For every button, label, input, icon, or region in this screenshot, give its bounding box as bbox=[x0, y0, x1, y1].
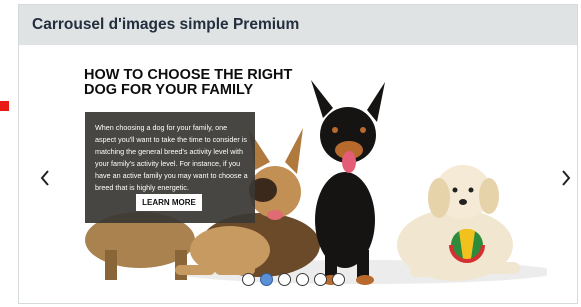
carousel-dot[interactable] bbox=[296, 273, 309, 286]
carousel-dot[interactable] bbox=[242, 273, 255, 286]
slide-text-box: When choosing a dog for your family, one… bbox=[85, 112, 255, 223]
next-slide-button[interactable] bbox=[559, 166, 573, 190]
carousel-dot[interactable] bbox=[278, 273, 291, 286]
learn-more-button[interactable]: LEARN MORE bbox=[136, 194, 202, 211]
carousel-dot[interactable] bbox=[260, 273, 273, 286]
card-title: Carrousel d'images simple Premium bbox=[32, 16, 300, 33]
slide-headline: HOW TO CHOOSE THE RIGHT DOG FOR YOUR FAM… bbox=[84, 68, 324, 98]
headline-line-1: HOW TO CHOOSE THE RIGHT bbox=[84, 67, 293, 83]
red-marker bbox=[0, 101, 9, 111]
slide-body-text: When choosing a dog for your family, one… bbox=[95, 123, 248, 192]
carousel-pagination bbox=[242, 273, 345, 286]
chevron-left-icon bbox=[40, 170, 49, 186]
carousel-dot[interactable] bbox=[314, 273, 327, 286]
chevron-right-icon bbox=[562, 170, 571, 186]
card-header: Carrousel d'images simple Premium bbox=[19, 5, 577, 45]
carousel-dot[interactable] bbox=[332, 273, 345, 286]
previous-slide-button[interactable] bbox=[38, 166, 52, 190]
carousel-slide[interactable]: HOW TO CHOOSE THE RIGHT DOG FOR YOUR FAM… bbox=[65, 50, 547, 290]
headline-line-2: DOG FOR YOUR FAMILY bbox=[84, 82, 254, 98]
